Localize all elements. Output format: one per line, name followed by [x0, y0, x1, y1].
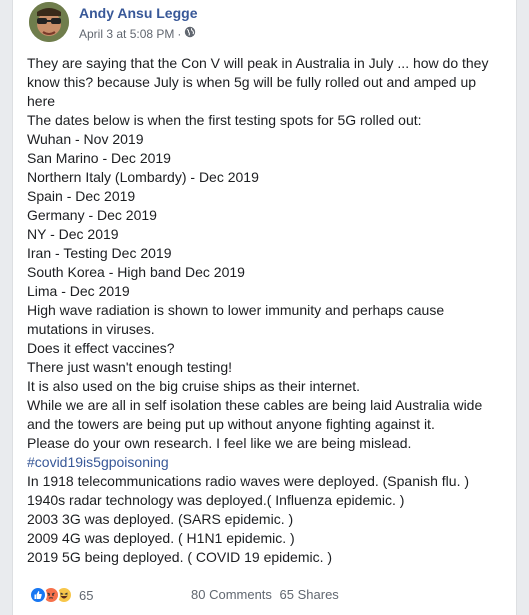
- author-name[interactable]: Andy Ansu Legge: [79, 5, 198, 21]
- post-footer: 65 80 Comments 65 Shares: [29, 584, 502, 608]
- post-line: There just wasn't enough testing!: [27, 359, 233, 375]
- post-line: Northern Italy (Lombardy) - Dec 2019: [27, 169, 259, 185]
- history-line: 2019 5G being deployed. ( COVID 19 epide…: [27, 549, 333, 565]
- post-card: Andy Ansu Legge April 3 at 5:08 PM · The…: [12, 0, 517, 615]
- history-line: 2009 4G was deployed. ( H1N1 epidemic. ): [27, 530, 295, 546]
- post-line: Please do your own research. I feel like…: [27, 435, 412, 451]
- avatar[interactable]: [29, 2, 69, 42]
- meta-separator: ·: [177, 26, 182, 41]
- post-line: The dates below is when the first testin…: [27, 112, 422, 128]
- history-line: 1940s radar technology was deployed.( In…: [27, 492, 405, 508]
- hashtag-link[interactable]: #covid19is5gpoisoning: [27, 453, 507, 472]
- post-line: While we are all in self isolation these…: [27, 397, 483, 432]
- post-meta: April 3 at 5:08 PM ·: [79, 26, 196, 41]
- post-line: It is also used on the big cruise ships …: [27, 378, 361, 394]
- history-line: In 1918 telecommunications radio waves w…: [27, 473, 470, 489]
- post-body: They are saying that the Con V will peak…: [27, 54, 507, 567]
- post-line: Spain - Dec 2019: [27, 188, 136, 204]
- post-line: Germany - Dec 2019: [27, 207, 157, 223]
- post-line: Iran - Testing Dec 2019: [27, 245, 172, 261]
- post-line: Does it effect vaccines?: [27, 340, 175, 356]
- post-line: Wuhan - Nov 2019: [27, 131, 144, 147]
- comments-count[interactable]: 80 Comments: [191, 587, 272, 602]
- post-stats: 80 Comments 65 Shares: [191, 587, 343, 602]
- history-line: 2003 3G was deployed. (SARS epidemic. ): [27, 511, 294, 527]
- globe-icon[interactable]: [184, 26, 196, 41]
- post-line: NY - Dec 2019: [27, 226, 119, 242]
- reaction-count: 65: [79, 587, 94, 603]
- post-line: South Korea - High band Dec 2019: [27, 264, 245, 280]
- post-line: Lima - Dec 2019: [27, 283, 130, 299]
- post-timestamp[interactable]: April 3 at 5:08 PM: [79, 27, 174, 41]
- post-line: High wave radiation is shown to lower im…: [27, 302, 445, 337]
- shares-count[interactable]: 65 Shares: [280, 587, 339, 602]
- post-line: They are saying that the Con V will peak…: [27, 55, 489, 109]
- reactions-summary[interactable]: 65: [29, 586, 93, 604]
- post-line: San Marino - Dec 2019: [27, 150, 171, 166]
- like-icon: [29, 586, 47, 604]
